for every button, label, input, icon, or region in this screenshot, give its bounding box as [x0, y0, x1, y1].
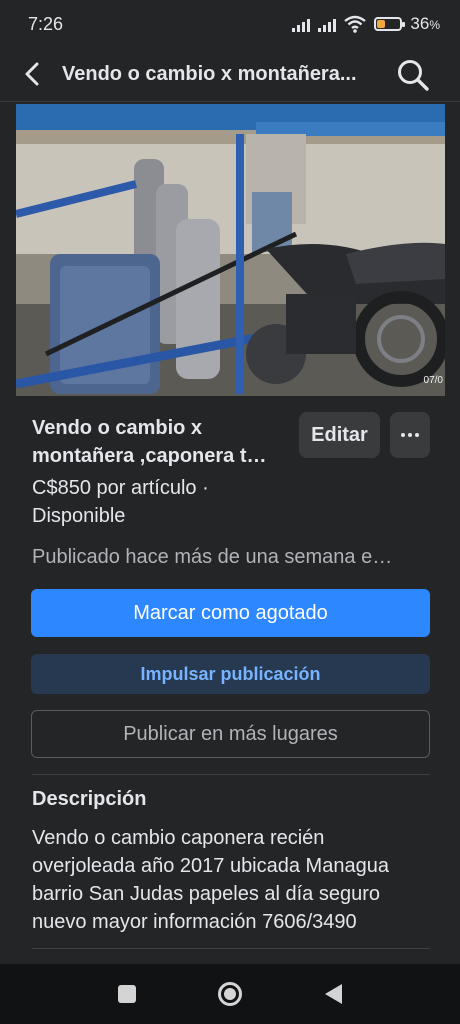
published-info[interactable]: Publicado hace más de una semana e… — [32, 546, 422, 569]
back-icon[interactable] — [325, 984, 342, 1004]
listing-details: Vendo o cambio x montañera ,caponera t… … — [0, 396, 460, 964]
publish-more-places-button[interactable]: Publicar en más lugares — [31, 710, 430, 758]
mark-sold-button[interactable]: Marcar como agotado — [31, 589, 430, 637]
photo-date-stamp: 07/0 — [423, 375, 443, 386]
divider — [32, 774, 430, 775]
status-icons: 36% — [292, 14, 440, 34]
divider — [32, 948, 430, 949]
battery-icon — [374, 17, 406, 31]
description-text: Vendo o cambio caponera recién overjolea… — [32, 827, 389, 933]
battery-percent: 36% — [410, 14, 440, 33]
availability-text: Disponible — [32, 505, 126, 527]
caponera-photo — [16, 104, 445, 396]
wifi-icon — [344, 15, 367, 33]
status-bar: 7:26 36% — [0, 0, 460, 48]
listing-title-line1: Vendo o cambio x — [32, 417, 203, 439]
recent-apps-icon[interactable] — [118, 985, 136, 1003]
price-text: C$850 por artículo · — [32, 477, 209, 499]
boost-listing-button[interactable]: Impulsar publicación — [31, 654, 430, 694]
listing-title-line2: montañera ,caponera t… — [32, 445, 267, 467]
listing-photo[interactable]: 07/0 — [16, 104, 445, 396]
description-heading: Descripción — [32, 788, 147, 810]
listing-price: C$850 por artículo · Disponible — [32, 474, 209, 530]
system-nav-bar — [0, 964, 460, 1024]
listing-title: Vendo o cambio x montañera ,caponera t… — [32, 414, 282, 470]
top-app-bar: Vendo o cambio x montañera... — [0, 48, 460, 102]
search-icon[interactable] — [396, 58, 430, 92]
page-title: Vendo o cambio x montañera... — [62, 63, 357, 85]
status-time: 7:26 — [28, 14, 64, 34]
back-arrow-icon[interactable] — [20, 60, 48, 88]
home-icon[interactable] — [218, 982, 242, 1006]
signal-icon — [292, 16, 311, 32]
signal-icon — [318, 16, 337, 32]
edit-button[interactable]: Editar — [299, 412, 380, 458]
more-dots-icon[interactable] — [390, 412, 430, 458]
